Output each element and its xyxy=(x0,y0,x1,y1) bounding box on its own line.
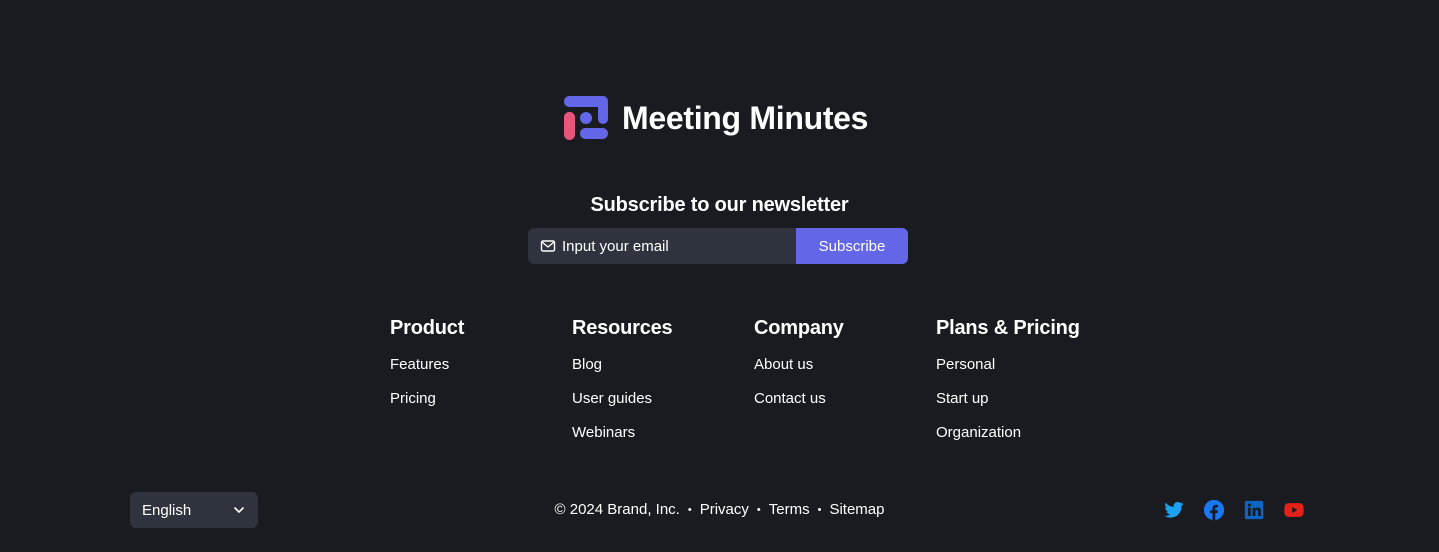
mail-icon xyxy=(540,240,556,252)
twitter-icon xyxy=(1164,501,1184,518)
column-links: Personal Start up Organization xyxy=(936,354,1080,456)
brand-name: Meeting Minutes xyxy=(622,100,869,136)
subscribe-button[interactable]: Subscribe xyxy=(796,228,908,264)
column-title: Plans & Pricing xyxy=(936,317,1080,339)
footer-link-user-guides[interactable]: User guides xyxy=(572,390,652,407)
column-links: About us Contact us xyxy=(754,354,844,422)
separator-dot: • xyxy=(817,504,822,516)
site-footer: Meeting Minutes Subscribe to our newslet… xyxy=(0,0,1439,552)
separator-dot: • xyxy=(687,504,692,516)
email-input[interactable] xyxy=(562,231,787,261)
sitemap-link[interactable]: Sitemap xyxy=(829,500,884,520)
social-links xyxy=(1163,499,1305,521)
copyright-text: © 2024 Brand, Inc. xyxy=(554,501,680,518)
privacy-link[interactable]: Privacy xyxy=(700,500,749,520)
youtube-link[interactable] xyxy=(1283,499,1305,521)
footer-link-pricing[interactable]: Pricing xyxy=(390,390,436,407)
footer-link-about-us[interactable]: About us xyxy=(754,356,813,373)
brand-logo-icon xyxy=(564,96,608,140)
terms-link[interactable]: Terms xyxy=(769,500,810,520)
youtube-icon xyxy=(1284,503,1304,517)
linkedin-link[interactable] xyxy=(1243,499,1265,521)
footer-link-organization[interactable]: Organization xyxy=(936,424,1021,441)
newsletter-form: Subscribe xyxy=(528,228,908,264)
linkedin-icon xyxy=(1244,500,1264,520)
separator-dot: • xyxy=(756,504,761,516)
facebook-link[interactable] xyxy=(1203,499,1225,521)
column-title: Resources xyxy=(572,317,673,339)
column-links: Features Pricing xyxy=(390,354,464,422)
email-field[interactable] xyxy=(528,228,796,264)
footer-column-company: Company About us Contact us xyxy=(754,315,844,422)
twitter-link[interactable] xyxy=(1163,499,1185,521)
column-title: Company xyxy=(754,317,844,339)
brand[interactable]: Meeting Minutes xyxy=(563,95,868,141)
footer-link-start-up[interactable]: Start up xyxy=(936,390,989,407)
footer-link-webinars[interactable]: Webinars xyxy=(572,424,635,441)
footer-column-resources: Resources Blog User guides Webinars xyxy=(572,315,673,456)
facebook-icon xyxy=(1203,499,1225,521)
newsletter-title: Subscribe to our newsletter xyxy=(590,194,849,216)
footer-link-contact-us[interactable]: Contact us xyxy=(754,390,826,407)
column-links: Blog User guides Webinars xyxy=(572,354,672,456)
footer-link-blog[interactable]: Blog xyxy=(572,356,602,373)
footer-column-plans-pricing: Plans & Pricing Personal Start up Organi… xyxy=(936,315,1080,456)
footer-link-features[interactable]: Features xyxy=(390,356,449,373)
column-title: Product xyxy=(390,317,465,339)
footer-column-product: Product Features Pricing xyxy=(390,315,464,422)
footer-link-personal[interactable]: Personal xyxy=(936,356,995,373)
